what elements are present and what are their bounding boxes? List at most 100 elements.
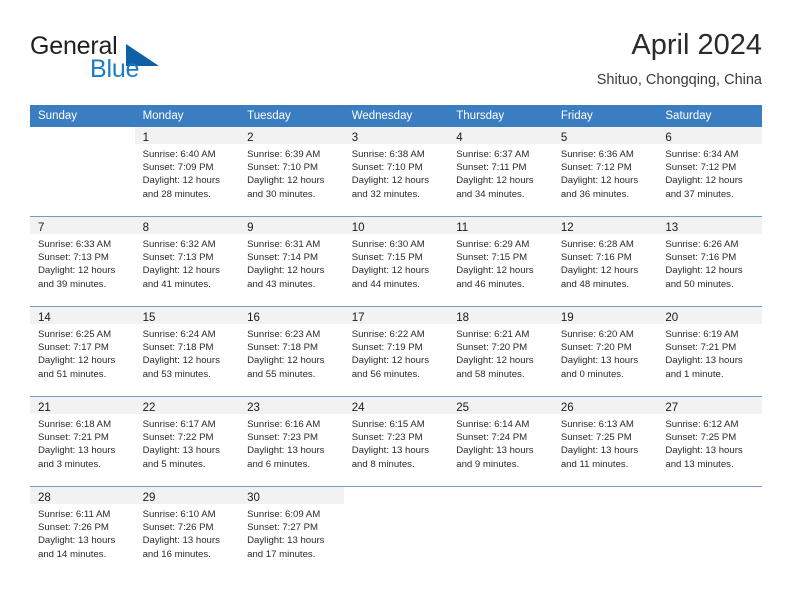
sunrise-text: Sunrise: 6:14 AM [456, 419, 530, 430]
sunset-text: Sunset: 7:26 PM [142, 522, 214, 534]
day-number: 10 [351, 222, 365, 234]
day-details: Sunrise: 6:25 AM Sunset: 7:17 PM Daylight:… [30, 324, 135, 381]
daylight-text-line1: Daylight: 12 hours [38, 265, 116, 277]
sunrise-text: Sunrise: 6:19 AM [665, 329, 739, 340]
sunrise-text: Sunrise: 6:16 AM [247, 419, 321, 430]
day-cell-content: 25 Sunrise: 6:14 AM Sunset: 7:24 PM Dayligh… [448, 397, 553, 486]
day-number-band: 14 [30, 307, 135, 324]
calendar-day-cell[interactable]: 6 Sunrise: 6:34 AM Sunset: 7:12 PM Daylight… [657, 127, 762, 217]
calendar-day-cell[interactable]: 16 Sunrise: 6:23 AM Sunset: 7:18 PM Dayligh… [239, 306, 344, 397]
calendar-day-cell[interactable]: 23 Sunrise: 6:16 AM Sunset: 7:23 PM Dayligh… [239, 396, 344, 487]
calendar-day-cell[interactable]: 20 Sunrise: 6:19 AM Sunset: 7:21 PM Dayligh… [657, 306, 762, 397]
day-number-band: 15 [134, 307, 240, 324]
daylight-text-line2: and 56 minutes. [351, 368, 420, 380]
page-title: April 2024 [631, 29, 762, 61]
sunset-text: Sunset: 7:12 PM [665, 162, 737, 174]
calendar-week-row: 1 Sunrise: 6:40 AM Sunset: 7:09 PM Daylight… [30, 127, 762, 217]
daylight-text-line2: and 8 minutes. [351, 458, 415, 470]
day-details: Sunrise: 6:26 AM Sunset: 7:16 PM Daylight:… [657, 234, 762, 291]
calendar-day-cell[interactable]: 12 Sunrise: 6:28 AM Sunset: 7:16 PM Dayligh… [552, 216, 658, 307]
daylight-text-line2: and 32 minutes. [351, 188, 420, 200]
day-cell-content: 22 Sunrise: 6:17 AM Sunset: 7:22 PM Dayligh… [134, 397, 240, 486]
day-cell-content [553, 487, 658, 576]
calendar-day-cell[interactable]: 30 Sunrise: 6:09 AM Sunset: 7:27 PM Dayligh… [239, 486, 344, 576]
sunrise-text: Sunrise: 6:17 AM [142, 419, 216, 430]
daylight-text-line1: Daylight: 12 hours [142, 265, 220, 277]
calendar-day-cell[interactable]: 27 Sunrise: 6:12 AM Sunset: 7:25 PM Dayligh… [657, 396, 762, 487]
day-details: Sunrise: 6:16 AM Sunset: 7:23 PM Daylight:… [239, 414, 344, 471]
day-number: 24 [351, 402, 365, 414]
day-number-band: 19 [552, 307, 658, 324]
day-cell-content: 19 Sunrise: 6:20 AM Sunset: 7:20 PM Dayligh… [552, 307, 658, 396]
calendar-week-row: 28 Sunrise: 6:11 AM Sunset: 7:26 PM Dayligh… [30, 486, 762, 576]
day-number: 25 [456, 402, 470, 414]
day-details: Sunrise: 6:13 AM Sunset: 7:25 PM Daylight:… [553, 414, 658, 471]
calendar-day-cell[interactable]: 21 Sunrise: 6:18 AM Sunset: 7:21 PM Dayligh… [30, 396, 135, 487]
day-number: 15 [142, 312, 156, 324]
weekday-header-saturday: Saturday [657, 105, 762, 127]
day-cell-content: 20 Sunrise: 6:19 AM Sunset: 7:21 PM Dayligh… [657, 307, 762, 396]
daylight-text-line1: Daylight: 12 hours [351, 175, 430, 187]
day-details: Sunrise: 6:14 AM Sunset: 7:24 PM Daylight:… [448, 414, 553, 471]
calendar-day-cell[interactable]: 13 Sunrise: 6:26 AM Sunset: 7:16 PM Dayligh… [657, 216, 762, 307]
calendar-day-cell[interactable]: 3 Sunrise: 6:38 AM Sunset: 7:10 PM Daylight… [343, 127, 449, 217]
calendar-day-cell[interactable]: 14 Sunrise: 6:25 AM Sunset: 7:17 PM Dayligh… [30, 306, 135, 397]
day-number-band: 4 [448, 127, 553, 144]
day-cell-content: 13 Sunrise: 6:26 AM Sunset: 7:16 PM Dayligh… [657, 217, 762, 306]
daylight-text-line1: Daylight: 13 hours [456, 445, 534, 457]
day-number-band: 26 [552, 397, 658, 414]
daylight-text-line2: and 41 minutes. [142, 278, 211, 290]
sunrise-text: Sunrise: 6:15 AM [351, 419, 425, 430]
day-number-band: 3 [343, 127, 449, 144]
daylight-text-line1: Daylight: 13 hours [247, 535, 325, 547]
day-cell-content: 23 Sunrise: 6:16 AM Sunset: 7:23 PM Dayligh… [239, 397, 344, 486]
sunset-text: Sunset: 7:21 PM [38, 432, 109, 444]
day-number-band [344, 487, 449, 504]
daylight-text-line1: Daylight: 12 hours [247, 265, 325, 277]
calendar-day-cell[interactable]: 24 Sunrise: 6:15 AM Sunset: 7:23 PM Dayligh… [343, 396, 449, 487]
day-number-band: 6 [657, 127, 762, 144]
day-cell-content: 29 Sunrise: 6:10 AM Sunset: 7:26 PM Dayligh… [134, 487, 240, 576]
brand-name-blue: Blue [90, 55, 140, 83]
calendar-day-cell[interactable]: 5 Sunrise: 6:36 AM Sunset: 7:12 PM Daylight… [552, 127, 658, 217]
calendar-day-cell[interactable]: 28 Sunrise: 6:11 AM Sunset: 7:26 PM Dayligh… [30, 486, 135, 576]
calendar-day-cell[interactable]: 7 Sunrise: 6:33 AM Sunset: 7:13 PM Daylight… [30, 216, 135, 307]
calendar-day-cell[interactable]: 22 Sunrise: 6:17 AM Sunset: 7:22 PM Dayligh… [134, 396, 240, 487]
calendar-day-cell[interactable]: 29 Sunrise: 6:10 AM Sunset: 7:26 PM Dayligh… [134, 486, 240, 576]
day-cell-content: 14 Sunrise: 6:25 AM Sunset: 7:17 PM Dayligh… [30, 307, 135, 396]
day-cell-content: 15 Sunrise: 6:24 AM Sunset: 7:18 PM Dayligh… [134, 307, 240, 396]
calendar-day-cell[interactable]: 9 Sunrise: 6:31 AM Sunset: 7:14 PM Daylight… [239, 216, 344, 307]
calendar-day-cell[interactable]: 25 Sunrise: 6:14 AM Sunset: 7:24 PM Dayligh… [448, 396, 553, 487]
sunset-text: Sunset: 7:21 PM [665, 342, 737, 354]
calendar-day-cell[interactable]: 4 Sunrise: 6:37 AM Sunset: 7:11 PM Daylight… [448, 127, 553, 217]
day-number-band: 21 [30, 397, 135, 414]
sunset-text: Sunset: 7:25 PM [665, 432, 737, 444]
calendar-day-cell[interactable]: 19 Sunrise: 6:20 AM Sunset: 7:20 PM Dayligh… [552, 306, 658, 397]
daylight-text-line1: Daylight: 13 hours [665, 445, 743, 457]
calendar-week-row: 7 Sunrise: 6:33 AM Sunset: 7:13 PM Daylight… [30, 216, 762, 307]
daylight-text-line2: and 48 minutes. [560, 278, 630, 290]
calendar-day-cell[interactable]: 26 Sunrise: 6:13 AM Sunset: 7:25 PM Dayligh… [552, 396, 658, 487]
calendar-day-cell[interactable]: 10 Sunrise: 6:30 AM Sunset: 7:15 PM Dayligh… [343, 216, 449, 307]
calendar-day-cell[interactable]: 2 Sunrise: 6:39 AM Sunset: 7:10 PM Daylight… [239, 127, 344, 217]
calendar-day-cell[interactable]: 11 Sunrise: 6:29 AM Sunset: 7:15 PM Dayligh… [448, 216, 553, 307]
daylight-text-line1: Daylight: 13 hours [142, 445, 220, 457]
day-number: 5 [560, 132, 568, 144]
sunrise-text: Sunrise: 6:12 AM [665, 419, 739, 430]
day-cell-content: 12 Sunrise: 6:28 AM Sunset: 7:16 PM Dayligh… [552, 217, 658, 306]
calendar-day-cell[interactable]: 1 Sunrise: 6:40 AM Sunset: 7:09 PM Daylight… [134, 127, 240, 217]
daylight-text-line1: Daylight: 12 hours [351, 265, 430, 277]
calendar-day-cell[interactable]: 18 Sunrise: 6:21 AM Sunset: 7:20 PM Dayligh… [448, 306, 553, 397]
daylight-text-line1: Daylight: 12 hours [142, 175, 220, 187]
day-cell-content: 18 Sunrise: 6:21 AM Sunset: 7:20 PM Dayligh… [448, 307, 553, 396]
day-number: 8 [142, 222, 149, 234]
day-details: Sunrise: 6:32 AM Sunset: 7:13 PM Daylight:… [135, 234, 240, 291]
sunset-text: Sunset: 7:10 PM [247, 162, 319, 174]
day-cell-content: 11 Sunrise: 6:29 AM Sunset: 7:15 PM Dayligh… [448, 217, 553, 306]
day-details: Sunrise: 6:38 AM Sunset: 7:10 PM Daylight:… [344, 144, 449, 201]
calendar-day-cell[interactable]: 17 Sunrise: 6:22 AM Sunset: 7:19 PM Dayligh… [343, 306, 449, 397]
calendar-day-cell[interactable]: 8 Sunrise: 6:32 AM Sunset: 7:13 PM Daylight… [134, 216, 240, 307]
day-details: Sunrise: 6:20 AM Sunset: 7:20 PM Daylight:… [553, 324, 658, 381]
calendar-day-cell[interactable]: 15 Sunrise: 6:24 AM Sunset: 7:18 PM Dayligh… [134, 306, 240, 397]
calendar-day-cell [30, 127, 135, 217]
